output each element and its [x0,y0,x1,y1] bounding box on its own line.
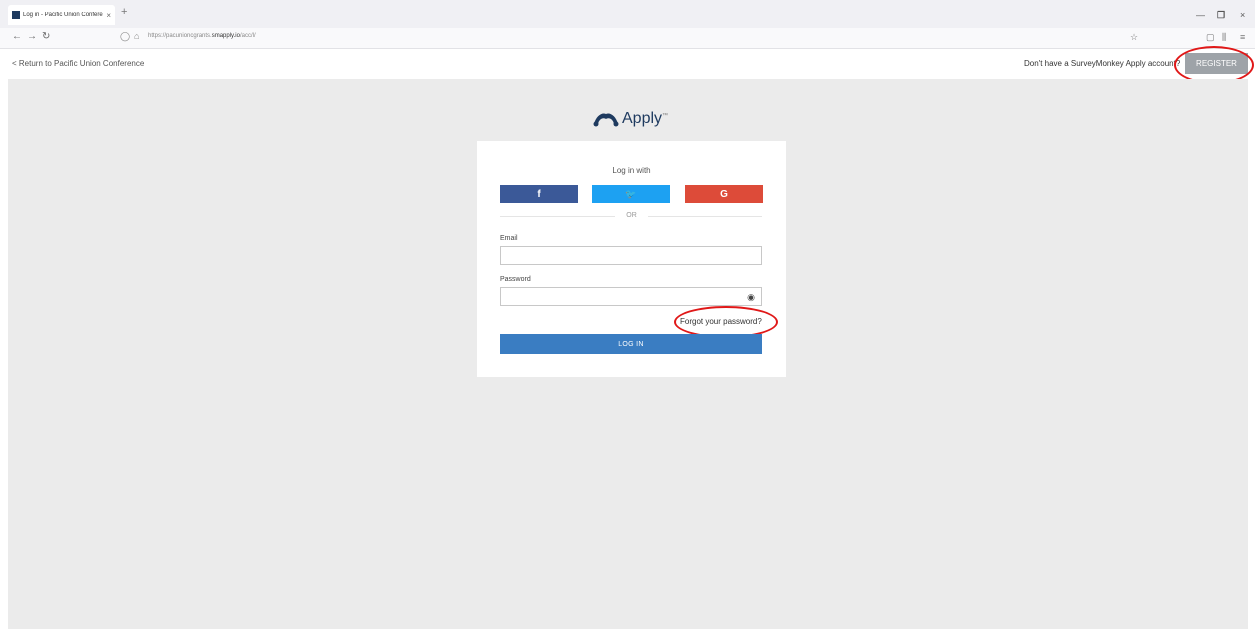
eye-icon[interactable]: ◉ [747,292,755,303]
login-button[interactable]: LOG IN [500,334,762,354]
browser-tab-bar: Log in - Pacific Union Confere × + — ❐ × [0,0,1255,28]
address-bar[interactable]: https://pacunioncgrants.smapply.io/acc/l… [148,33,256,39]
facebook-login-button[interactable]: f [500,185,578,203]
back-arrow-icon[interactable]: ← [12,31,22,42]
shield-icon: ◯ [120,31,131,41]
url-host: smapply.io [211,33,240,39]
url-prefix: https://pacunioncgrants. [148,33,212,39]
star-icon[interactable]: ☆ [1130,32,1138,43]
library-icon[interactable]: ⫼ [1222,32,1226,43]
minimize-icon[interactable]: — [1196,10,1205,20]
site-header: < Return to Pacific Union Conference Don… [0,46,1255,84]
url-path: /acc/l/ [239,33,256,39]
new-tab-button[interactable]: + [121,6,127,18]
twitter-login-button[interactable]: 🐦 [592,185,670,203]
facebook-icon: f [537,188,541,200]
google-login-button[interactable]: G [685,185,763,203]
reload-icon[interactable]: ↻ [42,31,50,42]
google-icon: G [720,188,728,200]
apply-logo: Apply ™ [593,108,683,130]
window-close-icon[interactable]: × [1240,10,1245,20]
lock-icon: ⌂ [134,31,140,41]
twitter-icon: 🐦 [625,188,637,199]
password-label: Password [500,276,531,283]
pocket-icon[interactable]: ▢ [1206,32,1215,43]
login-with-heading: Log in with [612,166,651,175]
login-card: Log in with f 🐦 G OR Email Password ◉ Fo… [477,141,786,377]
or-separator: OR [626,212,637,219]
return-link[interactable]: < Return to Pacific Union Conference [12,59,144,68]
no-account-text: Don't have a SurveyMonkey Apply account? [1024,59,1181,68]
browser-nav-bar: ← → ↻ ◯ ⌂ https://pacunioncgrants.smappl… [0,28,1255,49]
forward-arrow-icon[interactable]: → [27,31,37,42]
browser-tab[interactable]: Log in - Pacific Union Confere × [8,5,115,25]
menu-icon[interactable]: ≡ [1240,32,1245,42]
favicon-icon [12,11,20,19]
logo-text: Apply [622,110,663,127]
email-label: Email [500,235,518,242]
password-field[interactable]: ◉ [500,287,762,306]
restore-icon[interactable]: ❐ [1217,10,1225,21]
surveymonkey-logo-icon [593,113,619,127]
tab-title: Log in - Pacific Union Confere [23,12,103,18]
logo-trademark: ™ [662,112,669,119]
email-field[interactable] [500,246,762,265]
tab-close-icon[interactable]: × [106,11,111,20]
